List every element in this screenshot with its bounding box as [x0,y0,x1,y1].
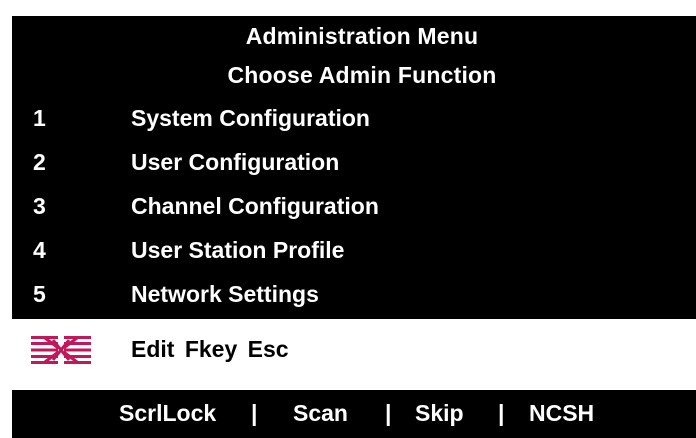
menu-item-channel-configuration[interactable]: 3 Channel Configuration [12,193,696,229]
admin-menu-panel: Administration Menu Choose Admin Functio… [12,16,696,319]
menu-item-number: 4 [33,237,46,263]
menu-item-label: User Station Profile [131,237,345,263]
menu-item-number: 5 [33,281,46,307]
menu-item-label: User Configuration [131,149,340,175]
menu-item-number: 2 [33,149,46,175]
command-line-bar: Edit Fkey Esc [12,319,696,390]
menu-item-label: Network Settings [131,281,319,307]
menu-item-number: 3 [33,193,46,219]
scan-button[interactable]: Scan [293,400,348,427]
menu-item-label: System Configuration [131,105,370,131]
menu-title: Administration Menu [245,23,479,49]
separator: | [498,400,505,426]
ncsh-button[interactable]: NCSH [529,400,594,427]
menu-subtitle: Choose Admin Function [227,62,497,88]
scrllock-button[interactable]: ScrlLock [119,400,216,427]
skip-button[interactable]: Skip [415,400,464,427]
menu-item-network-settings[interactable]: 5 Network Settings [12,281,696,317]
menu-item-user-station-profile[interactable]: 4 User Station Profile [12,237,696,273]
switch-logo-icon [31,336,91,364]
separator: | [251,400,258,426]
command-keys-text: Edit Fkey Esc [131,336,289,362]
menu-item-user-configuration[interactable]: 2 User Configuration [12,149,696,185]
menu-item-label: Channel Configuration [131,193,379,219]
admin-screen: Administration Menu Choose Admin Functio… [0,0,696,438]
menu-item-system-configuration[interactable]: 1 System Configuration [12,105,696,141]
menu-item-number: 1 [33,105,46,131]
status-bar: ScrlLock | Scan | Skip | NCSH [12,390,696,438]
separator: | [385,400,392,426]
